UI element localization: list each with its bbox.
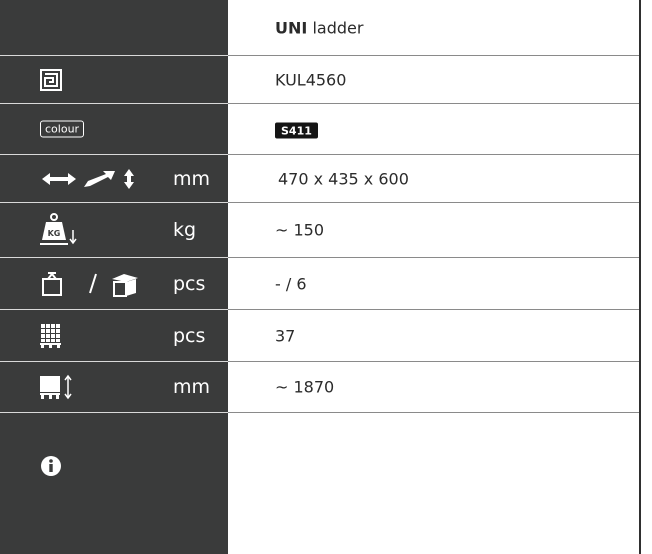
bag-and-box-icon (40, 271, 140, 297)
product-type: ladder (312, 18, 364, 37)
weight-kg-icon: KG (40, 213, 78, 247)
spec-icon-row-pallet: pcs (0, 310, 228, 362)
info-icon[interactable] (40, 455, 62, 481)
spec-icon-row-code (0, 56, 228, 104)
spec-icon-row-dimensions: mm (0, 155, 228, 203)
package-qty-row: - / 6 (228, 258, 639, 310)
pallet-grid-icon (40, 323, 64, 349)
product-spec-sheet: colour mm KG kg pcs pcs mm UNI ladder KU… (0, 0, 652, 554)
spec-value-column: UNI ladder KUL4560 S411 470 x 435 x 600 … (228, 0, 641, 554)
product-name: UNI ladder (275, 18, 363, 37)
pallet-height-value: ~ 1870 (275, 377, 335, 397)
colour-code-value: S411 (275, 120, 318, 139)
weight-row: ~ 150 (228, 203, 639, 258)
pallet-unit: pcs (173, 324, 206, 347)
dimensions-row: 470 x 435 x 600 (228, 155, 639, 203)
spec-icon-row-colour: colour (0, 104, 228, 155)
spec-icon-column: colour mm KG kg pcs pcs mm (0, 0, 228, 554)
pallet-qty-row: 37 (228, 310, 639, 362)
colour-code-row: S411 (228, 104, 639, 155)
weight-unit: kg (173, 219, 197, 241)
dimensions-arrows-icon (40, 168, 135, 190)
spec-icon-row-pallet-height: mm (0, 362, 228, 413)
colour-label: colour (40, 120, 85, 138)
dimensions-value: 470 x 435 x 600 (278, 169, 409, 188)
product-code: KUL4560 (275, 70, 347, 89)
svg-text:KG: KG (48, 229, 61, 238)
spec-icon-row-weight: KG kg (0, 203, 228, 258)
product-brand: UNI (275, 18, 308, 37)
spec-icon-row-package: pcs (0, 258, 228, 310)
colour-code-badge: S411 (275, 122, 318, 139)
package-qty-value: - / 6 (275, 274, 307, 293)
pallet-qty-value: 37 (275, 326, 296, 345)
pallet-height-row: ~ 1870 (228, 362, 639, 413)
weight-value: ~ 150 (275, 220, 325, 240)
article-code-icon (40, 68, 62, 91)
spec-icon-row-name (0, 0, 228, 56)
pallet-height-icon (40, 374, 74, 400)
package-unit: pcs (173, 272, 206, 295)
dimensions-unit: mm (173, 167, 211, 190)
product-name-row: UNI ladder (228, 0, 639, 56)
pallet-height-unit: mm (173, 376, 211, 398)
product-code-row: KUL4560 (228, 56, 639, 104)
